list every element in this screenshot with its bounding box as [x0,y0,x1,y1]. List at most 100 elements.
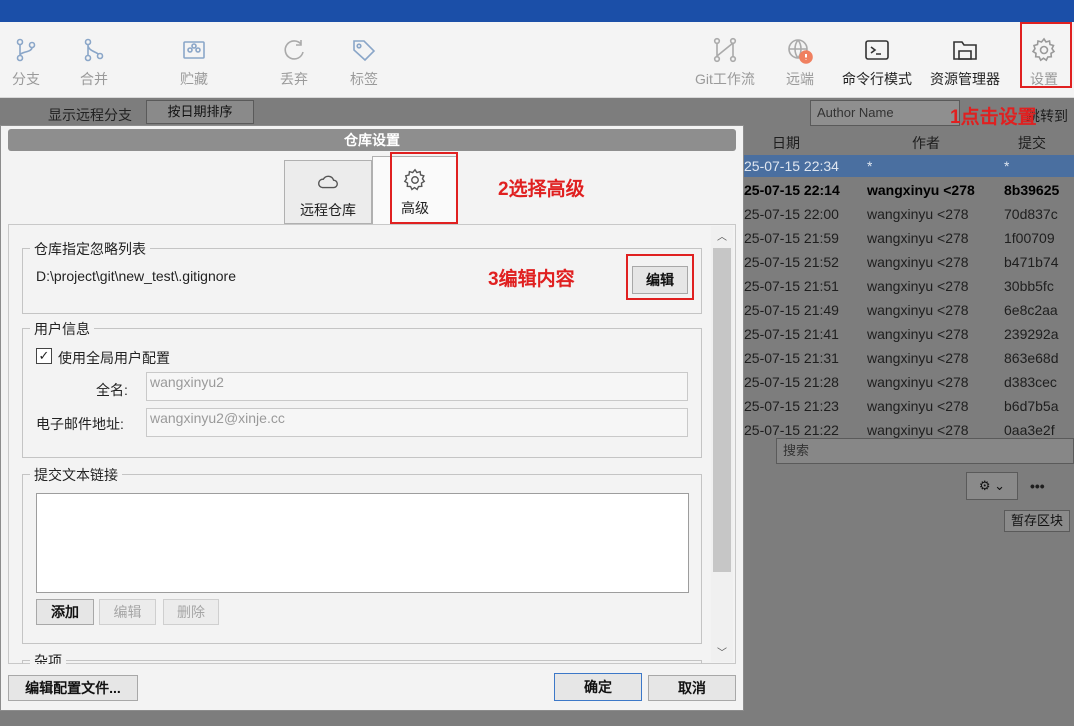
commit-date[interactable]: 25-07-15 21:52 [744,254,839,270]
toolbar-discard-button[interactable]: 丢弃 [264,22,324,98]
ignore-list-group-title: 仓库指定忽略列表 [30,239,150,259]
commit-author[interactable]: wangxinyu <278 [867,302,969,318]
toolbar-label: 贮藏 [180,71,208,87]
branch-icon [12,36,40,64]
commit-author[interactable]: wangxinyu <278 [867,278,969,294]
commit-hash[interactable]: 863e68d [1004,350,1059,366]
sort-select-value: 按日期排序 [167,104,233,119]
add-link-button[interactable]: 添加 [36,599,94,625]
toolbar-remote-button[interactable]: 远端 [774,22,826,98]
commit-hash[interactable]: 30bb5fc [1004,278,1054,294]
commit-hash[interactable]: 6e8c2aa [1004,302,1058,318]
chevron-up-icon[interactable]: ︿ [715,228,729,244]
column-header-author[interactable]: 作者 [912,133,940,153]
stash-area-button[interactable]: 暂存区块 [1004,510,1070,532]
commit-hash[interactable]: b471b74 [1004,254,1059,270]
explorer-icon [951,36,979,64]
toolbar-label: 资源管理器 [930,71,1000,87]
discard-icon [280,36,308,64]
commit-author[interactable]: * [867,158,872,174]
commit-date[interactable]: 25-07-15 22:00 [744,206,839,222]
use-global-config-label: 使用全局用户配置 [58,350,170,366]
commit-hash[interactable]: 1f00709 [1004,230,1055,246]
main-toolbar: 分支 合并 贮藏 丢弃 标签 Git工作流 远端 命令行模式 资源管理器 设置 [0,22,1074,98]
toolbar-label: 标签 [350,71,378,87]
commit-date[interactable]: 25-07-15 21:22 [744,422,839,438]
annotation-step2: 2选择高级 [498,179,585,200]
commit-links-list[interactable] [36,493,689,593]
commit-hash[interactable]: 239292a [1004,326,1059,342]
full-name-label: 全名: [96,382,128,398]
column-header-date[interactable]: 日期 [772,133,800,153]
cloud-icon [318,175,338,189]
author-search-input[interactable]: Author Name [810,100,960,126]
edit-config-file-button[interactable]: 编辑配置文件... [8,675,138,701]
file-search-placeholder: 搜索 [783,443,810,458]
commit-author[interactable]: wangxinyu <278 [867,182,975,198]
toolbar-label: 合并 [80,71,108,87]
commit-author[interactable]: wangxinyu <278 [867,206,969,222]
use-global-config-checkbox[interactable]: ✓ [36,348,52,364]
commit-hash[interactable]: d383cec [1004,374,1057,390]
commit-date[interactable]: 25-07-15 22:34 [744,158,839,174]
commit-author[interactable]: wangxinyu <278 [867,350,969,366]
chevron-down-icon[interactable]: ﹀ [715,644,729,660]
toolbar-label: 丢弃 [280,71,308,87]
toolbar-terminal-button[interactable]: 命令行模式 [836,22,918,98]
commit-hash[interactable]: * [1004,158,1009,174]
gitignore-path: D:\project\git\new_test\.gitignore [36,268,236,284]
commit-author[interactable]: wangxinyu <278 [867,422,969,438]
toolbar-label: 分支 [12,71,40,87]
edit-link-button[interactable]: 编辑 [99,599,156,625]
toolbar-stash-button[interactable]: 贮藏 [164,22,224,98]
misc-group-title: 杂项 [30,651,66,664]
toolbar-merge-button[interactable]: 合并 [64,22,124,98]
commit-author[interactable]: wangxinyu <278 [867,374,969,390]
git-flow-icon [711,36,739,64]
commit-author[interactable]: wangxinyu <278 [867,326,969,342]
toolbar-branch-button[interactable]: 分支 [0,22,52,98]
merge-icon [80,36,108,64]
commit-author[interactable]: wangxinyu <278 [867,254,969,270]
commit-author[interactable]: wangxinyu <278 [867,230,969,246]
commit-hash[interactable]: 0aa3e2f [1004,422,1055,438]
window-title-bar [0,0,1074,22]
panel-scrollbar-thumb[interactable] [713,248,731,572]
commit-links-group-title: 提交文本链接 [30,465,122,485]
more-options-button[interactable]: ••• [1030,478,1045,494]
ok-button[interactable]: 确定 [554,673,642,701]
terminal-icon [863,36,891,64]
toolbar-label: 命令行模式 [842,71,912,87]
toolbar-tag-button[interactable]: 标签 [334,22,394,98]
options-dropdown-button[interactable]: ⚙ ⌄ [966,472,1018,500]
commit-hash[interactable]: 8b39625 [1004,182,1059,198]
commit-date[interactable]: 25-07-15 21:49 [744,302,839,318]
commit-date[interactable]: 25-07-15 21:59 [744,230,839,246]
sort-select[interactable]: 按日期排序 [146,100,254,124]
commit-date[interactable]: 25-07-15 21:31 [744,350,839,366]
commit-hash[interactable]: b6d7b5a [1004,398,1059,414]
cancel-button[interactable]: 取消 [648,675,736,701]
full-name-field[interactable]: wangxinyu2 [146,372,688,401]
commit-date[interactable]: 25-07-15 22:14 [744,182,840,198]
tab-remote-repo[interactable]: 远程仓库 [284,160,372,224]
annotation-box-settings [1020,22,1072,88]
toolbar-label: 远端 [786,71,814,87]
delete-link-button[interactable]: 删除 [163,599,219,625]
annotation-step1: 1点击设置 [950,107,1037,128]
commit-date[interactable]: 25-07-15 21:41 [744,326,839,342]
tab-label: 远程仓库 [300,202,356,218]
commit-date[interactable]: 25-07-15 21:23 [744,398,839,414]
remote-icon [786,36,814,64]
commit-hash[interactable]: 70d837c [1004,206,1058,222]
email-field[interactable]: wangxinyu2@xinje.cc [146,408,688,437]
commit-date[interactable]: 25-07-15 21:51 [744,278,839,294]
gear-icon: ⚙ ⌄ [978,478,1006,493]
annotation-box-edit-button [626,254,694,300]
column-header-commit[interactable]: 提交 [1018,133,1046,153]
file-search-input[interactable]: 搜索 [776,438,1074,464]
commit-author[interactable]: wangxinyu <278 [867,398,969,414]
commit-date[interactable]: 25-07-15 21:28 [744,374,839,390]
toolbar-explorer-button[interactable]: 资源管理器 [924,22,1006,98]
toolbar-git-flow-button[interactable]: Git工作流 [688,22,762,98]
